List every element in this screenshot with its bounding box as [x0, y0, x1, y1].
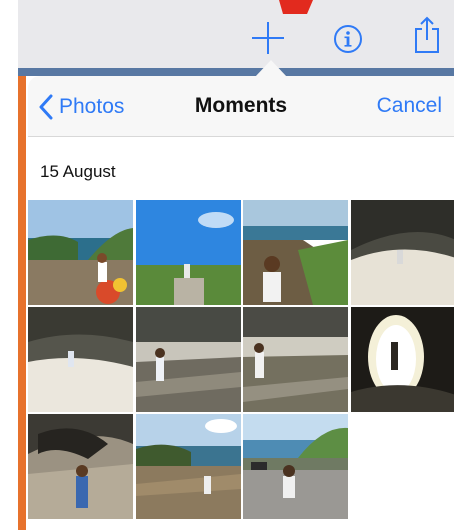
photo-thumbnail[interactable] — [135, 200, 241, 305]
share-icon[interactable] — [413, 16, 441, 54]
annotation-arrow — [279, 0, 313, 14]
background-strip — [18, 68, 454, 76]
toolbar — [18, 0, 454, 68]
photo-grid — [28, 200, 454, 519]
photo-thumbnail[interactable] — [28, 200, 133, 305]
photo-thumbnail[interactable] — [243, 414, 349, 519]
nav-bar: Photos Moments Cancel — [28, 76, 454, 137]
background-strip-orange — [18, 76, 26, 530]
photo-thumbnail[interactable] — [28, 414, 133, 519]
photo-thumbnail[interactable] — [243, 200, 349, 305]
photo-thumbnail[interactable] — [135, 414, 241, 519]
plus-icon[interactable] — [250, 20, 286, 56]
photo-thumbnail[interactable] — [135, 307, 241, 412]
section-date: 15 August — [40, 162, 116, 181]
info-icon[interactable] — [333, 24, 363, 54]
popover-caret — [255, 60, 287, 77]
photo-thumbnail[interactable] — [243, 307, 349, 412]
photo-thumbnail[interactable] — [28, 307, 133, 412]
moments-popover: Photos Moments Cancel 15 August — [28, 76, 454, 530]
photo-thumbnail[interactable] — [350, 200, 454, 305]
photo-thumbnail[interactable] — [350, 307, 454, 412]
cancel-button[interactable]: Cancel — [377, 94, 442, 118]
